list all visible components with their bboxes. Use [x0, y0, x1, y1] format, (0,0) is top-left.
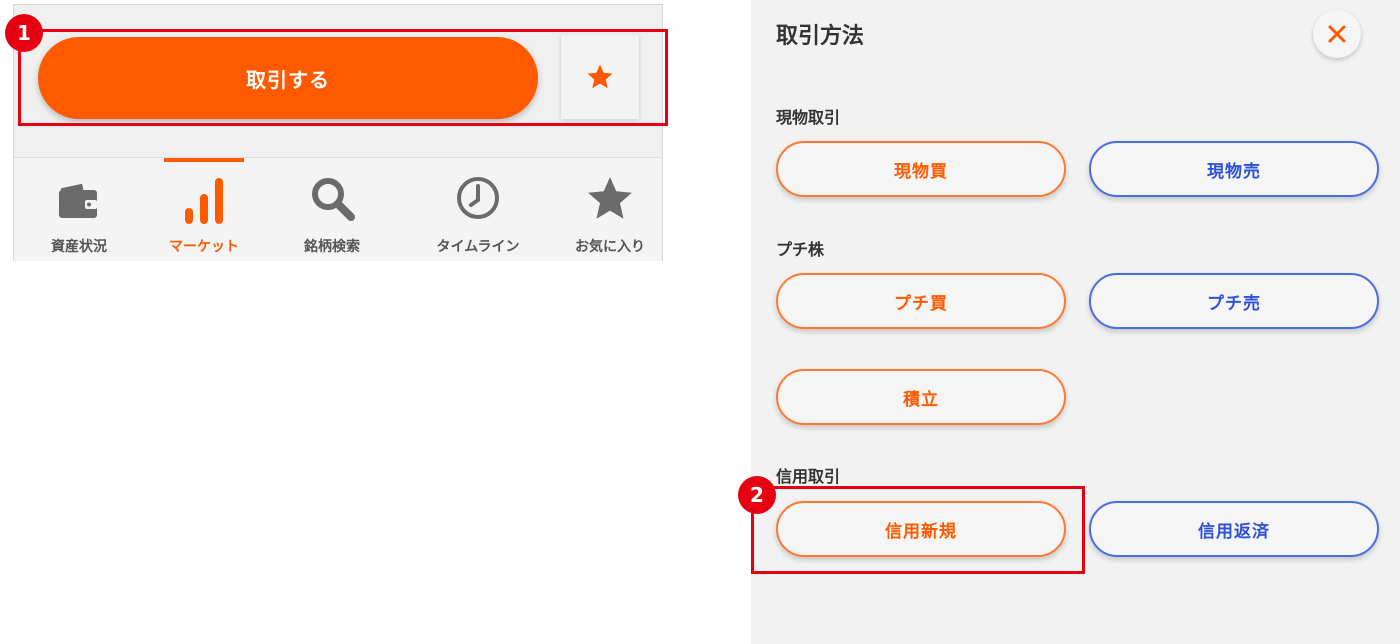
- wallet-icon: [59, 183, 97, 218]
- star-icon: [588, 177, 632, 219]
- petit-buy-button[interactable]: プチ買: [776, 273, 1066, 329]
- petit-sell-button[interactable]: プチ売: [1089, 273, 1379, 329]
- section-label-petit: プチ株: [776, 240, 825, 259]
- highlight-box-trade: [18, 29, 668, 126]
- tab-label: 資産状況: [51, 239, 107, 255]
- tab-timeline[interactable]: タイムライン: [418, 158, 538, 261]
- spot-buy-button[interactable]: 現物買: [776, 141, 1066, 197]
- tab-label: 銘柄検索: [304, 239, 360, 255]
- margin-repay-button[interactable]: 信用返済: [1089, 501, 1379, 557]
- tab-favorites[interactable]: お気に入り: [550, 158, 670, 261]
- section-label-margin: 信用取引: [776, 467, 841, 486]
- step-badge-2: 2: [738, 476, 776, 514]
- close-button[interactable]: [1313, 10, 1361, 58]
- highlight-box-margin-new: [751, 486, 1085, 574]
- section-label-spot: 現物取引: [776, 108, 841, 127]
- tab-market[interactable]: マーケット: [144, 158, 264, 261]
- search-icon: [312, 178, 355, 221]
- step-badge-1: 1: [5, 14, 43, 52]
- sheet-title: 取引方法: [776, 24, 865, 49]
- active-tab-indicator: [164, 158, 244, 162]
- tab-search[interactable]: 銘柄検索: [272, 158, 392, 261]
- tab-assets[interactable]: 資産状況: [19, 158, 139, 261]
- clock-icon: [457, 177, 499, 219]
- tab-label: タイムライン: [436, 239, 520, 255]
- trade-method-sheet: 取引方法 現物取引 現物買 現物売 プチ株 プチ買 プチ売 積立 信用取引 信用…: [751, 0, 1400, 644]
- spot-sell-button[interactable]: 現物売: [1089, 141, 1379, 197]
- bottom-tab-bar: 資産状況 マーケット 銘柄検索 タイムライン お気に入り: [14, 157, 662, 261]
- tab-label: お気に入り: [575, 239, 645, 255]
- bar-chart-icon: [185, 178, 223, 224]
- close-icon: [1328, 25, 1346, 43]
- tab-label: マーケット: [169, 239, 239, 255]
- accumulate-button[interactable]: 積立: [776, 369, 1066, 425]
